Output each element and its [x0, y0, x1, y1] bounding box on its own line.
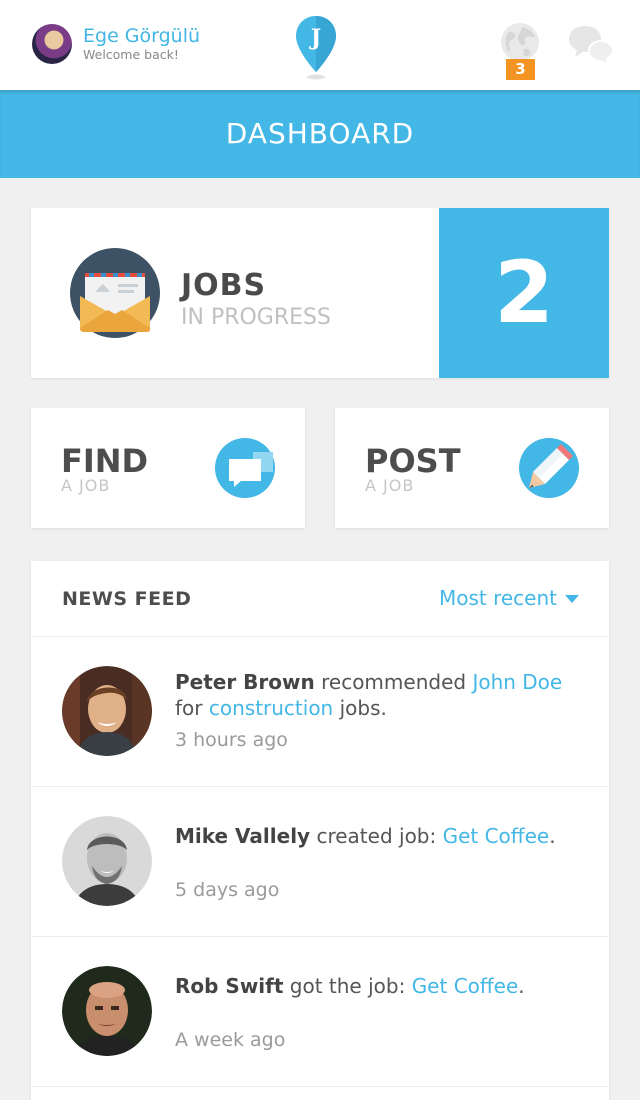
- feed-mid: for: [175, 696, 209, 720]
- feed-tail: jobs.: [333, 696, 387, 720]
- find-title: FIND: [61, 442, 149, 480]
- feed-item: Peter Brown recommended John Doe for cons…: [31, 637, 609, 787]
- feed-item: Rob Swift got the job: Get Coffee. A wee…: [31, 937, 609, 1087]
- page-title: DASHBOARD: [225, 117, 415, 150]
- feed-target-link[interactable]: Get Coffee: [443, 824, 550, 848]
- find-job-button[interactable]: FIND A JOB: [31, 408, 305, 528]
- user-text: Ege Görgülü Welcome back!: [83, 25, 200, 63]
- jobs-count-box: 2: [439, 208, 609, 378]
- news-feed-title: NEWS FEED: [62, 588, 192, 610]
- feed-text: Mike Vallely created job: Get Coffee.: [175, 823, 575, 849]
- feed-category-link[interactable]: construction: [209, 696, 333, 720]
- feed-target-link[interactable]: John Doe: [472, 670, 562, 694]
- jobs-title: JOBS: [181, 268, 267, 303]
- user-profile[interactable]: Ege Görgülü Welcome back!: [32, 24, 200, 64]
- post-subtitle: A JOB: [365, 476, 415, 495]
- feed-actor[interactable]: Peter Brown: [175, 670, 315, 694]
- envelope-icon: [70, 248, 160, 338]
- feed-time: A week ago: [175, 1029, 286, 1051]
- app-logo-icon[interactable]: J: [295, 14, 337, 80]
- feed-verb: recommended: [314, 670, 473, 694]
- sort-label[interactable]: Most recent: [439, 586, 557, 610]
- feed-verb: got the job:: [283, 974, 412, 998]
- jobs-in-progress-card[interactable]: JOBS IN PROGRESS 2: [31, 208, 609, 378]
- feed-time: 3 hours ago: [175, 729, 288, 751]
- avatar[interactable]: [62, 816, 152, 906]
- user-name[interactable]: Ege Görgülü: [83, 25, 200, 47]
- logo-letter: J: [309, 25, 321, 51]
- top-bar: Ege Görgülü Welcome back! J 3: [0, 0, 640, 90]
- chat-bubble-icon: [215, 438, 275, 498]
- feed-text: Peter Brown recommended John Doe for cons…: [175, 669, 575, 721]
- avatar[interactable]: [62, 966, 152, 1056]
- feed-tail: .: [549, 824, 556, 848]
- caret-down-icon[interactable]: [565, 595, 579, 603]
- chat-bubbles-icon[interactable]: [568, 24, 614, 66]
- feed-tail: .: [518, 974, 525, 998]
- user-avatar[interactable]: [32, 24, 72, 64]
- feed-verb: created job:: [310, 824, 443, 848]
- feed-actor[interactable]: Mike Vallely: [175, 824, 310, 848]
- welcome-text: Welcome back!: [83, 47, 179, 62]
- avatar[interactable]: [62, 666, 152, 756]
- post-title: POST: [365, 442, 461, 480]
- post-job-button[interactable]: POST A JOB: [335, 408, 609, 528]
- find-subtitle: A JOB: [61, 476, 111, 495]
- feed-target-link[interactable]: Get Coffee: [412, 974, 519, 998]
- globe-icon[interactable]: [500, 22, 540, 62]
- notification-badge[interactable]: 3: [506, 59, 535, 80]
- dashboard-header: DASHBOARD: [0, 90, 640, 178]
- sort-dropdown[interactable]: Most recent: [439, 586, 579, 610]
- feed-item: Mike Vallely created job: Get Coffee. 5 …: [31, 787, 609, 937]
- news-feed-header: NEWS FEED Most recent: [31, 561, 609, 637]
- pencil-icon: [519, 438, 579, 498]
- feed-time: 5 days ago: [175, 879, 280, 901]
- jobs-subtitle: IN PROGRESS: [181, 305, 331, 330]
- feed-actor[interactable]: Rob Swift: [175, 974, 283, 998]
- jobs-count: 2: [494, 243, 554, 343]
- feed-text: Rob Swift got the job: Get Coffee.: [175, 973, 575, 999]
- news-feed-card: NEWS FEED Most recent Peter Brown recomm…: [31, 561, 609, 1100]
